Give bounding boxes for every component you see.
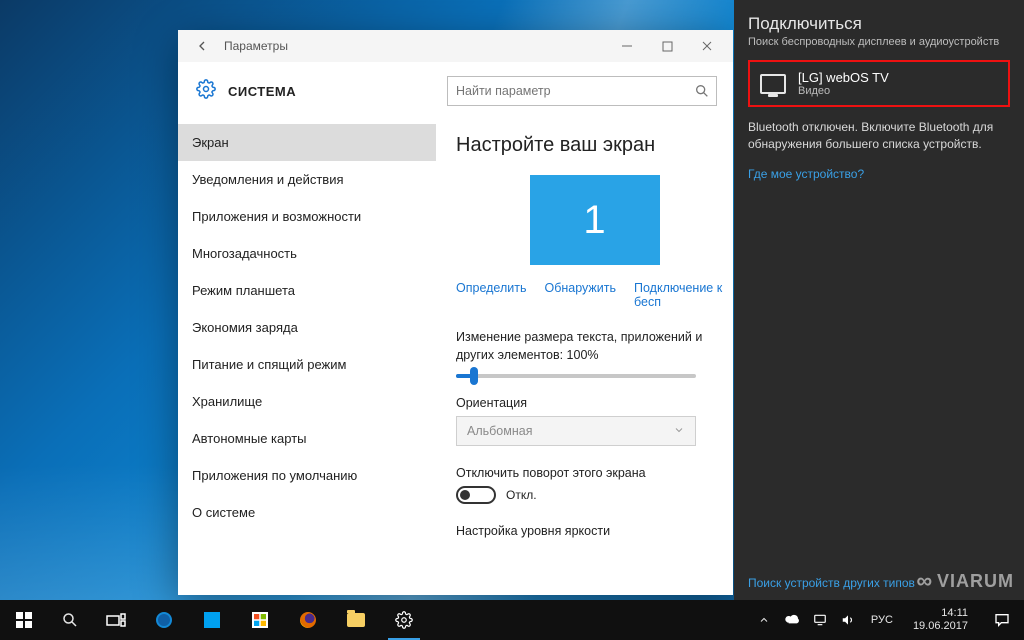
orientation-select[interactable]: Альбомная xyxy=(456,416,696,446)
where-device-link[interactable]: Где мое устройство? xyxy=(748,167,1010,181)
sidebar-item-tablet-mode[interactable]: Режим планшета xyxy=(178,272,436,309)
settings-sidebar: Экран Уведомления и действия Приложения … xyxy=(178,124,436,595)
connect-flyout: Подключиться Поиск беспроводных дисплеев… xyxy=(734,0,1024,600)
taskbar-search-button[interactable] xyxy=(48,600,92,640)
maximize-button[interactable] xyxy=(647,32,687,60)
flyout-subtitle: Поиск беспроводных дисплеев и аудиоустро… xyxy=(748,36,1010,48)
display-device-icon xyxy=(760,74,786,94)
section-title: СИСТЕМА xyxy=(228,84,296,99)
sidebar-item-battery[interactable]: Экономия заряда xyxy=(178,309,436,346)
minimize-button[interactable] xyxy=(607,32,647,60)
sidebar-item-label: О системе xyxy=(192,505,255,520)
sidebar-item-about[interactable]: О системе xyxy=(178,494,436,531)
identify-link[interactable]: Определить xyxy=(456,281,526,309)
sidebar-item-multitasking[interactable]: Многозадачность xyxy=(178,235,436,272)
taskbar: РУС 14:11 19.06.2017 xyxy=(0,600,1024,640)
sidebar-item-label: Приложения по умолчанию xyxy=(192,468,357,483)
desktop: Параметры xyxy=(0,0,1024,640)
back-button[interactable] xyxy=(188,32,216,60)
page-heading: Настройте ваш экран xyxy=(456,134,733,157)
tray-volume-icon[interactable] xyxy=(837,613,859,627)
search-input[interactable] xyxy=(456,84,708,98)
sidebar-item-label: Питание и спящий режим xyxy=(192,357,346,372)
device-type: Видео xyxy=(798,85,889,97)
settings-header: СИСТЕМА xyxy=(178,62,733,124)
device-name: [LG] webOS TV xyxy=(798,70,889,85)
store-icon xyxy=(252,612,268,628)
folder-icon xyxy=(347,613,365,627)
toggle-state-text: Откл. xyxy=(506,488,537,502)
display-preview[interactable]: 1 xyxy=(495,175,695,265)
clock-date: 19.06.2017 xyxy=(913,620,968,633)
orientation-value: Альбомная xyxy=(467,424,532,438)
sidebar-item-label: Многозадачность xyxy=(192,246,297,261)
sidebar-item-label: Уведомления и действия xyxy=(192,172,344,187)
start-button[interactable] xyxy=(0,600,48,640)
clock-time: 14:11 xyxy=(913,607,968,620)
sidebar-item-power-sleep[interactable]: Питание и спящий режим xyxy=(178,346,436,383)
taskbar-app-store[interactable] xyxy=(236,600,284,640)
orientation-label: Ориентация xyxy=(456,396,733,410)
brightness-label: Настройка уровня яркости xyxy=(456,524,733,538)
tray-chevron-up-icon[interactable] xyxy=(753,614,775,626)
taskbar-clock[interactable]: 14:11 19.06.2017 xyxy=(905,607,976,632)
language-indicator[interactable]: РУС xyxy=(865,614,899,626)
edge-icon xyxy=(156,612,172,628)
taskbar-app-firefox[interactable] xyxy=(284,600,332,640)
chevron-down-icon xyxy=(673,424,685,439)
settings-window: Параметры xyxy=(178,30,733,595)
slider-thumb[interactable] xyxy=(470,367,478,385)
device-item[interactable]: [LG] webOS TV Видео xyxy=(748,60,1010,107)
watermark: ∞ VIARUM xyxy=(916,568,1014,594)
taskbar-app-explorer[interactable] xyxy=(332,600,380,640)
close-button[interactable] xyxy=(687,32,727,60)
sidebar-item-label: Автономные карты xyxy=(192,431,307,446)
search-icon xyxy=(694,83,710,104)
infinity-icon: ∞ xyxy=(916,568,933,594)
tray-onedrive-icon[interactable] xyxy=(781,614,803,626)
monitor-tile-1[interactable]: 1 xyxy=(530,175,660,265)
gear-icon xyxy=(196,79,216,104)
monitor-number: 1 xyxy=(583,198,605,243)
task-view-button[interactable] xyxy=(92,600,140,640)
sidebar-item-label: Приложения и возможности xyxy=(192,209,361,224)
taskbar-app-settings[interactable] xyxy=(380,600,428,640)
sidebar-item-label: Хранилище xyxy=(192,394,262,409)
sidebar-item-apps-features[interactable]: Приложения и возможности xyxy=(178,198,436,235)
sidebar-item-display[interactable]: Экран xyxy=(178,124,436,161)
sidebar-item-notifications[interactable]: Уведомления и действия xyxy=(178,161,436,198)
sidebar-item-label: Экран xyxy=(192,135,229,150)
settings-content: Настройте ваш экран 1 Определить Обнаруж… xyxy=(436,124,733,595)
live-tile-icon xyxy=(204,612,220,628)
window-titlebar: Параметры xyxy=(178,30,733,62)
scale-label: Изменение размера текста, приложений и д… xyxy=(456,329,733,364)
sidebar-item-label: Режим планшета xyxy=(192,283,295,298)
sidebar-item-default-apps[interactable]: Приложения по умолчанию xyxy=(178,457,436,494)
detect-link[interactable]: Обнаружить xyxy=(544,281,616,309)
search-input-container[interactable] xyxy=(447,76,717,106)
action-center-button[interactable] xyxy=(982,612,1022,628)
other-device-types-link[interactable]: Поиск устройств других типов xyxy=(748,576,915,590)
wireless-connect-link[interactable]: Подключение к бесп xyxy=(634,281,733,309)
taskbar-app-live[interactable] xyxy=(188,600,236,640)
scale-slider[interactable] xyxy=(456,374,696,378)
lock-rotation-toggle[interactable] xyxy=(456,486,496,504)
lock-rotation-label: Отключить поворот этого экрана xyxy=(456,466,733,480)
window-title: Параметры xyxy=(224,39,288,53)
sidebar-item-label: Экономия заряда xyxy=(192,320,298,335)
sidebar-item-offline-maps[interactable]: Автономные карты xyxy=(178,420,436,457)
sidebar-item-storage[interactable]: Хранилище xyxy=(178,383,436,420)
bluetooth-message: Bluetooth отключен. Включите Bluetooth д… xyxy=(748,119,1010,153)
tray-network-icon[interactable] xyxy=(809,613,831,627)
firefox-icon xyxy=(300,612,316,628)
flyout-title: Подключиться xyxy=(748,14,1010,34)
taskbar-app-edge[interactable] xyxy=(140,600,188,640)
